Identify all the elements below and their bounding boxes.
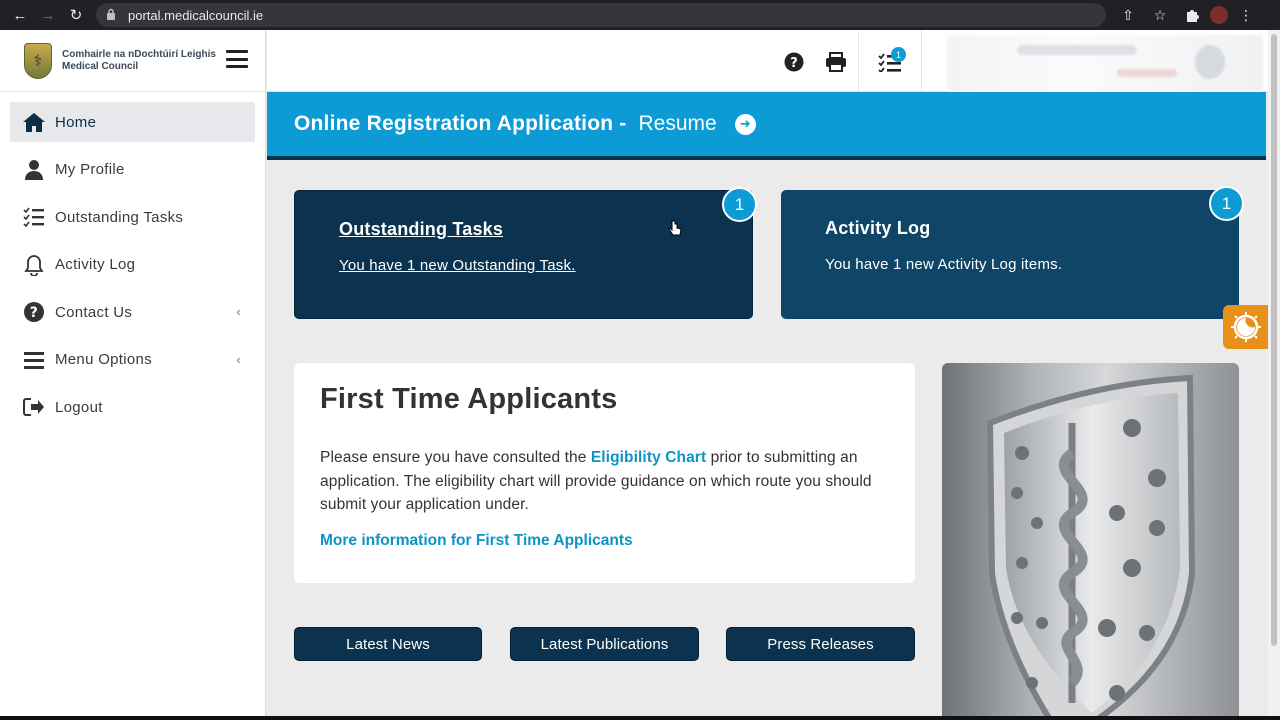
question-circle-icon: ? [22,300,46,324]
help-icon[interactable]: ? [781,49,807,75]
logout-icon [22,395,46,419]
sidebar-item-label: Outstanding Tasks [55,208,184,226]
chevron-left-icon: ‹ [236,351,241,367]
sidebar-item-menu-options[interactable]: Menu Options ‹ [10,340,255,380]
first-time-heading: First Time Applicants [320,383,618,415]
sidebar-item-logout[interactable]: Logout [10,387,255,427]
outstanding-tasks-badge: 1 [722,187,757,222]
bars-icon [22,348,46,372]
sidebar-item-label: Contact Us [55,303,133,321]
browser-menu-icon[interactable]: ⋮ [1232,1,1260,29]
url-text: portal.medicalcouncil.ie [128,7,264,23]
banner-title: Online Registration Application - [294,112,627,135]
sidebar-item-outstanding-tasks[interactable]: Outstanding Tasks [10,197,255,237]
sidebar-item-label: Logout [55,398,103,416]
sidebar-item-label: My Profile [55,161,125,178]
medical-council-crest-icon: ⚕ [24,42,52,79]
user-account-menu[interactable] [947,35,1263,93]
task-list-icon [22,205,46,229]
reload-icon[interactable]: ↻ [62,1,90,29]
outstanding-tasks-title[interactable]: Outstanding Tasks [339,219,752,240]
eligibility-chart-link[interactable]: Eligibility Chart [591,449,706,466]
moon-sun-icon [1230,312,1261,342]
latest-news-button[interactable]: Latest News [294,627,482,661]
scrollbar-thumb[interactable] [1271,34,1277,646]
application-banner: Online Registration Application - Resume… [267,92,1266,160]
first-time-applicants-panel: First Time Applicants Please ensure you … [294,363,915,583]
sidebar-item-label: Activity Log [55,256,136,273]
browser-actions: ⇧ ☆ ⋮ [1114,1,1260,29]
print-icon[interactable] [823,49,849,75]
address-bar[interactable]: portal.medicalcouncil.ie [96,3,1106,27]
browser-toolbar: ← → ↻ portal.medicalcouncil.ie ⇧ ☆ ⋮ [0,0,1280,30]
activity-log-card[interactable]: Activity Log You have 1 new Activity Log… [781,186,1244,319]
medical-council-crest-image [942,363,1239,716]
sidebar-item-label: Menu Options [55,351,152,368]
page: ⚕ Comhairle na nDochtúirí Leighis Medica… [0,30,1268,716]
svg-text:?: ? [790,56,798,71]
home-icon [22,110,46,134]
forward-icon[interactable]: → [34,1,62,29]
browser-nav: ← → ↻ [6,1,90,29]
brand-name: Comhairle na nDochtúirí Leighis Medical … [62,48,216,72]
user-icon [22,158,46,182]
outstanding-tasks-card[interactable]: Outstanding Tasks You have 1 new Outstan… [294,187,757,319]
bell-icon [22,253,46,277]
latest-publications-button[interactable]: Latest Publications [510,627,699,661]
activity-log-title: Activity Log [825,218,931,238]
first-time-description: Please ensure you have consulted the Eli… [320,449,872,513]
profile-avatar[interactable] [1210,6,1228,24]
sidebar-item-activity-log[interactable]: Activity Log [10,245,255,285]
resume-link[interactable]: Resume [639,112,717,136]
chevron-left-icon: ‹ [236,304,241,319]
activity-log-text: You have 1 new Activity Log items. [825,256,1063,273]
lock-icon [106,8,120,23]
user-avatar [1195,45,1225,79]
more-info-first-time-link[interactable]: More information for First Time Applican… [320,532,889,550]
activity-log-badge: 1 [1209,186,1244,221]
sidebar-item-my-profile[interactable]: My Profile [10,150,255,190]
page-scrollbar[interactable] [1268,30,1280,716]
sidebar-item-label: Home [55,113,97,131]
back-icon[interactable]: ← [6,1,34,29]
sidebar-item-contact-us[interactable]: ? Contact Us ‹ [10,292,255,332]
extensions-puzzle-icon[interactable] [1178,1,1206,29]
header-divider [858,30,859,92]
task-count-badge: 1 [891,47,906,62]
header-divider [921,30,922,92]
outstanding-tasks-link[interactable]: You have 1 new Outstanding Task. [339,257,752,274]
sidebar-item-home[interactable]: Home [10,102,255,142]
window-bottom-edge [0,716,1280,720]
sidebar-toggle-hamburger-icon[interactable] [226,50,248,68]
bookmark-star-icon[interactable]: ☆ [1146,1,1174,29]
top-header: ? 1 [267,30,1268,93]
sidebar: ⚕ Comhairle na nDochtúirí Leighis Medica… [0,30,266,716]
svg-text:?: ? [30,305,38,321]
share-icon[interactable]: ⇧ [1114,1,1142,29]
hand-cursor-icon [668,220,682,236]
arrow-right-circle-icon[interactable]: ➜ [734,113,756,135]
press-releases-button[interactable]: Press Releases [726,627,915,661]
theme-toggle-button[interactable] [1223,305,1268,349]
sidebar-menu: Home My Profile Outstanding Tasks Activi… [0,92,265,427]
